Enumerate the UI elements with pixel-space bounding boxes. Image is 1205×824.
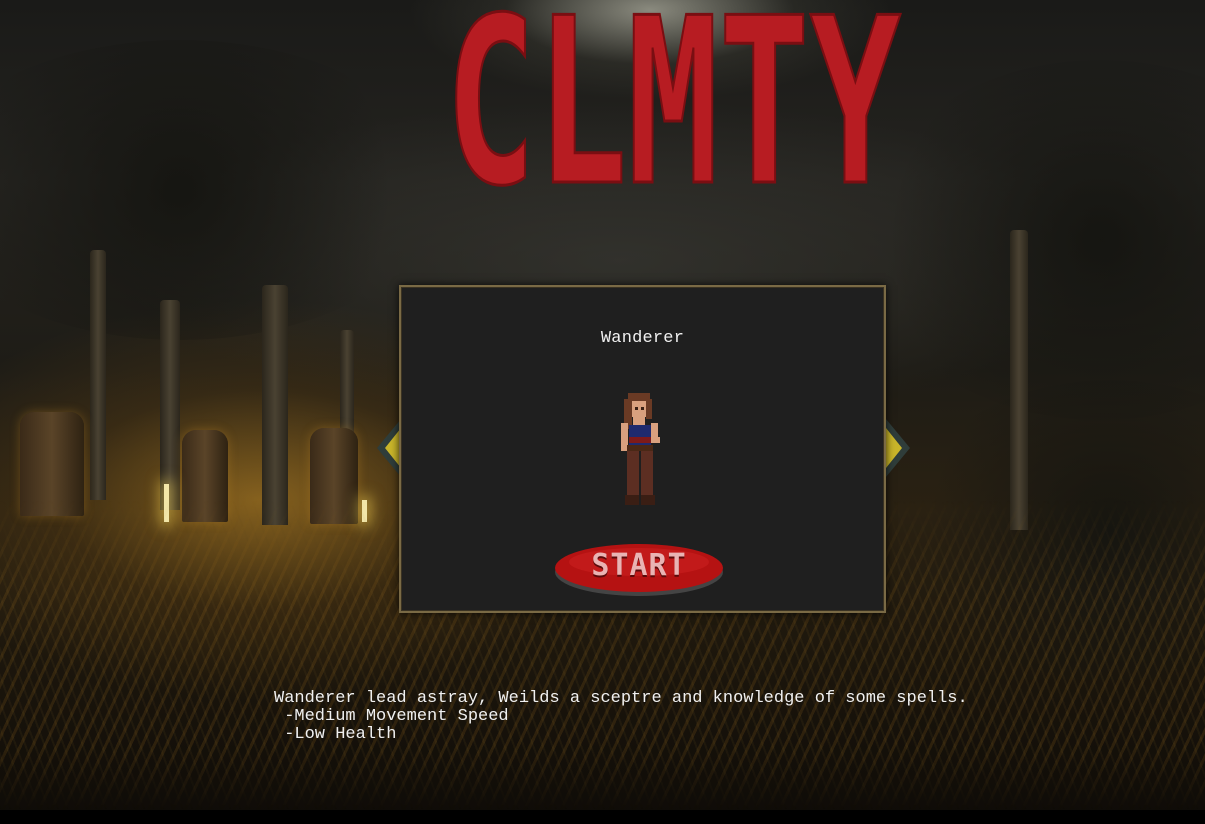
character-name: Wanderer bbox=[600, 329, 685, 348]
game-scene: CLMTY Wanderer START Wanderer lead astra… bbox=[0, 0, 1205, 824]
dead-tree bbox=[262, 285, 288, 525]
character-sprite bbox=[621, 393, 660, 505]
game-title-logo: CLMTY bbox=[444, 0, 903, 200]
dark-foliage bbox=[860, 60, 1205, 420]
start-button-label: START bbox=[591, 548, 687, 583]
description-summary: Wanderer lead astray, Weilds a sceptre a… bbox=[274, 689, 968, 708]
description-trait: -Low Health bbox=[274, 725, 397, 744]
description-trait: -Medium Movement Speed bbox=[274, 707, 509, 726]
dead-tree bbox=[1010, 230, 1028, 530]
dead-tree bbox=[90, 250, 106, 500]
character-select-panel: Wanderer START bbox=[399, 285, 886, 613]
game-title-text: CLMTY bbox=[445, 0, 901, 200]
dead-tree bbox=[160, 300, 180, 510]
character-description: Wanderer lead astray, Weilds a sceptre a… bbox=[274, 690, 968, 744]
start-button[interactable]: START bbox=[553, 540, 725, 598]
dark-foliage bbox=[0, 40, 440, 340]
bottom-bar bbox=[0, 810, 1205, 824]
